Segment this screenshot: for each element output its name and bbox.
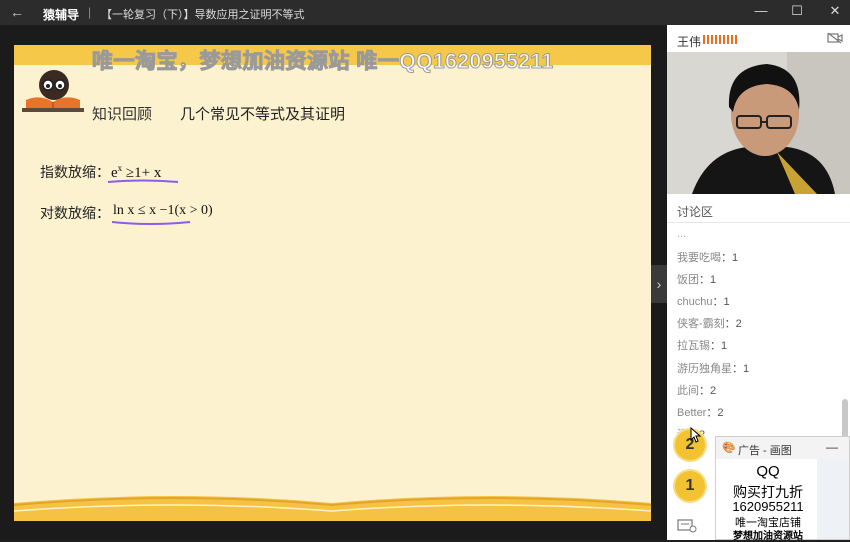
list-item: 拉瓦锡：1 (677, 340, 728, 352)
teacher-bar: 王伟 (667, 25, 850, 52)
ad-line-qq: QQ (756, 463, 780, 480)
back-arrow-icon[interactable]: ← (10, 4, 24, 20)
teacher-video (667, 52, 850, 194)
close-button[interactable]: ✕ (826, 3, 844, 21)
chat-settings-icon[interactable] (677, 519, 697, 533)
paint-app-icon: 🎨 (722, 442, 736, 454)
watermark: 唯一淘宝，梦想加油资源站 唯一QQ1620955211 (92, 50, 554, 74)
log-bound-label: 对数放缩： (40, 205, 110, 221)
list-item: chuchu：1 (677, 296, 730, 308)
minimize-button[interactable]: — (752, 3, 770, 21)
exp-underline (107, 179, 179, 183)
course-title: 【一轮复习（下）】导数应用之证明不等式 (101, 9, 305, 21)
discussion-divider (667, 222, 850, 223)
log-underline (111, 221, 191, 225)
mouse-cursor-icon (690, 427, 702, 443)
ad-popup-titlebar: 🎨 广告 - 画图 — (716, 437, 849, 459)
ad-minimize-button[interactable]: — (826, 440, 838, 454)
section-label: 知识回顾 (92, 106, 153, 123)
truncated-message: ... (677, 228, 687, 240)
badge-1: 1 (675, 471, 705, 501)
log-bound-formula: ln x ≤ x −1(x > 0) (113, 203, 213, 218)
discussion-scrollbar[interactable] (842, 399, 848, 441)
open-book-decoration (14, 496, 651, 521)
list-item: 我要吃喝：1 (677, 252, 739, 264)
list-item: 饭团：1 (677, 274, 717, 286)
teacher-name: 王伟 (677, 35, 702, 49)
main-stage: 知识回顾 几个常见不等式及其证明 指数放缩： ex ≥1+ x 对数放缩： ln… (0, 25, 667, 540)
exp-bound-label: 指数放缩： (40, 164, 110, 180)
list-item: 此间：2 (677, 385, 717, 397)
discussion-title: 讨论区 (677, 205, 714, 219)
app-name: 猿辅导 (43, 8, 80, 22)
list-item: 侠客-霸刻：2 (677, 318, 742, 330)
maximize-button[interactable]: ☐ (788, 3, 806, 21)
ad-line-number: 1620955211 (732, 499, 804, 514)
title-bar: ← 猿辅导 | 【一轮复习（下）】导数应用之证明不等式 — ☐ ✕ (0, 0, 850, 25)
ad-side-panel (817, 459, 849, 539)
list-item: Better：2 (677, 407, 724, 419)
collapse-panel-button[interactable]: › (651, 265, 667, 303)
ad-popup-title: 广告 - 画图 (738, 445, 792, 457)
camera-off-icon[interactable] (827, 32, 843, 44)
audio-level-icon (703, 35, 737, 44)
mascot-reading-icon (22, 70, 84, 112)
title-separator: | (88, 5, 92, 19)
slide-title: 几个常见不等式及其证明 (180, 106, 346, 123)
list-item: 游历独角星：1 (677, 363, 750, 375)
ad-popup[interactable]: 🎨 广告 - 画图 — QQ 购买打九折 1620955211 唯一淘宝店铺 梦… (715, 436, 850, 542)
